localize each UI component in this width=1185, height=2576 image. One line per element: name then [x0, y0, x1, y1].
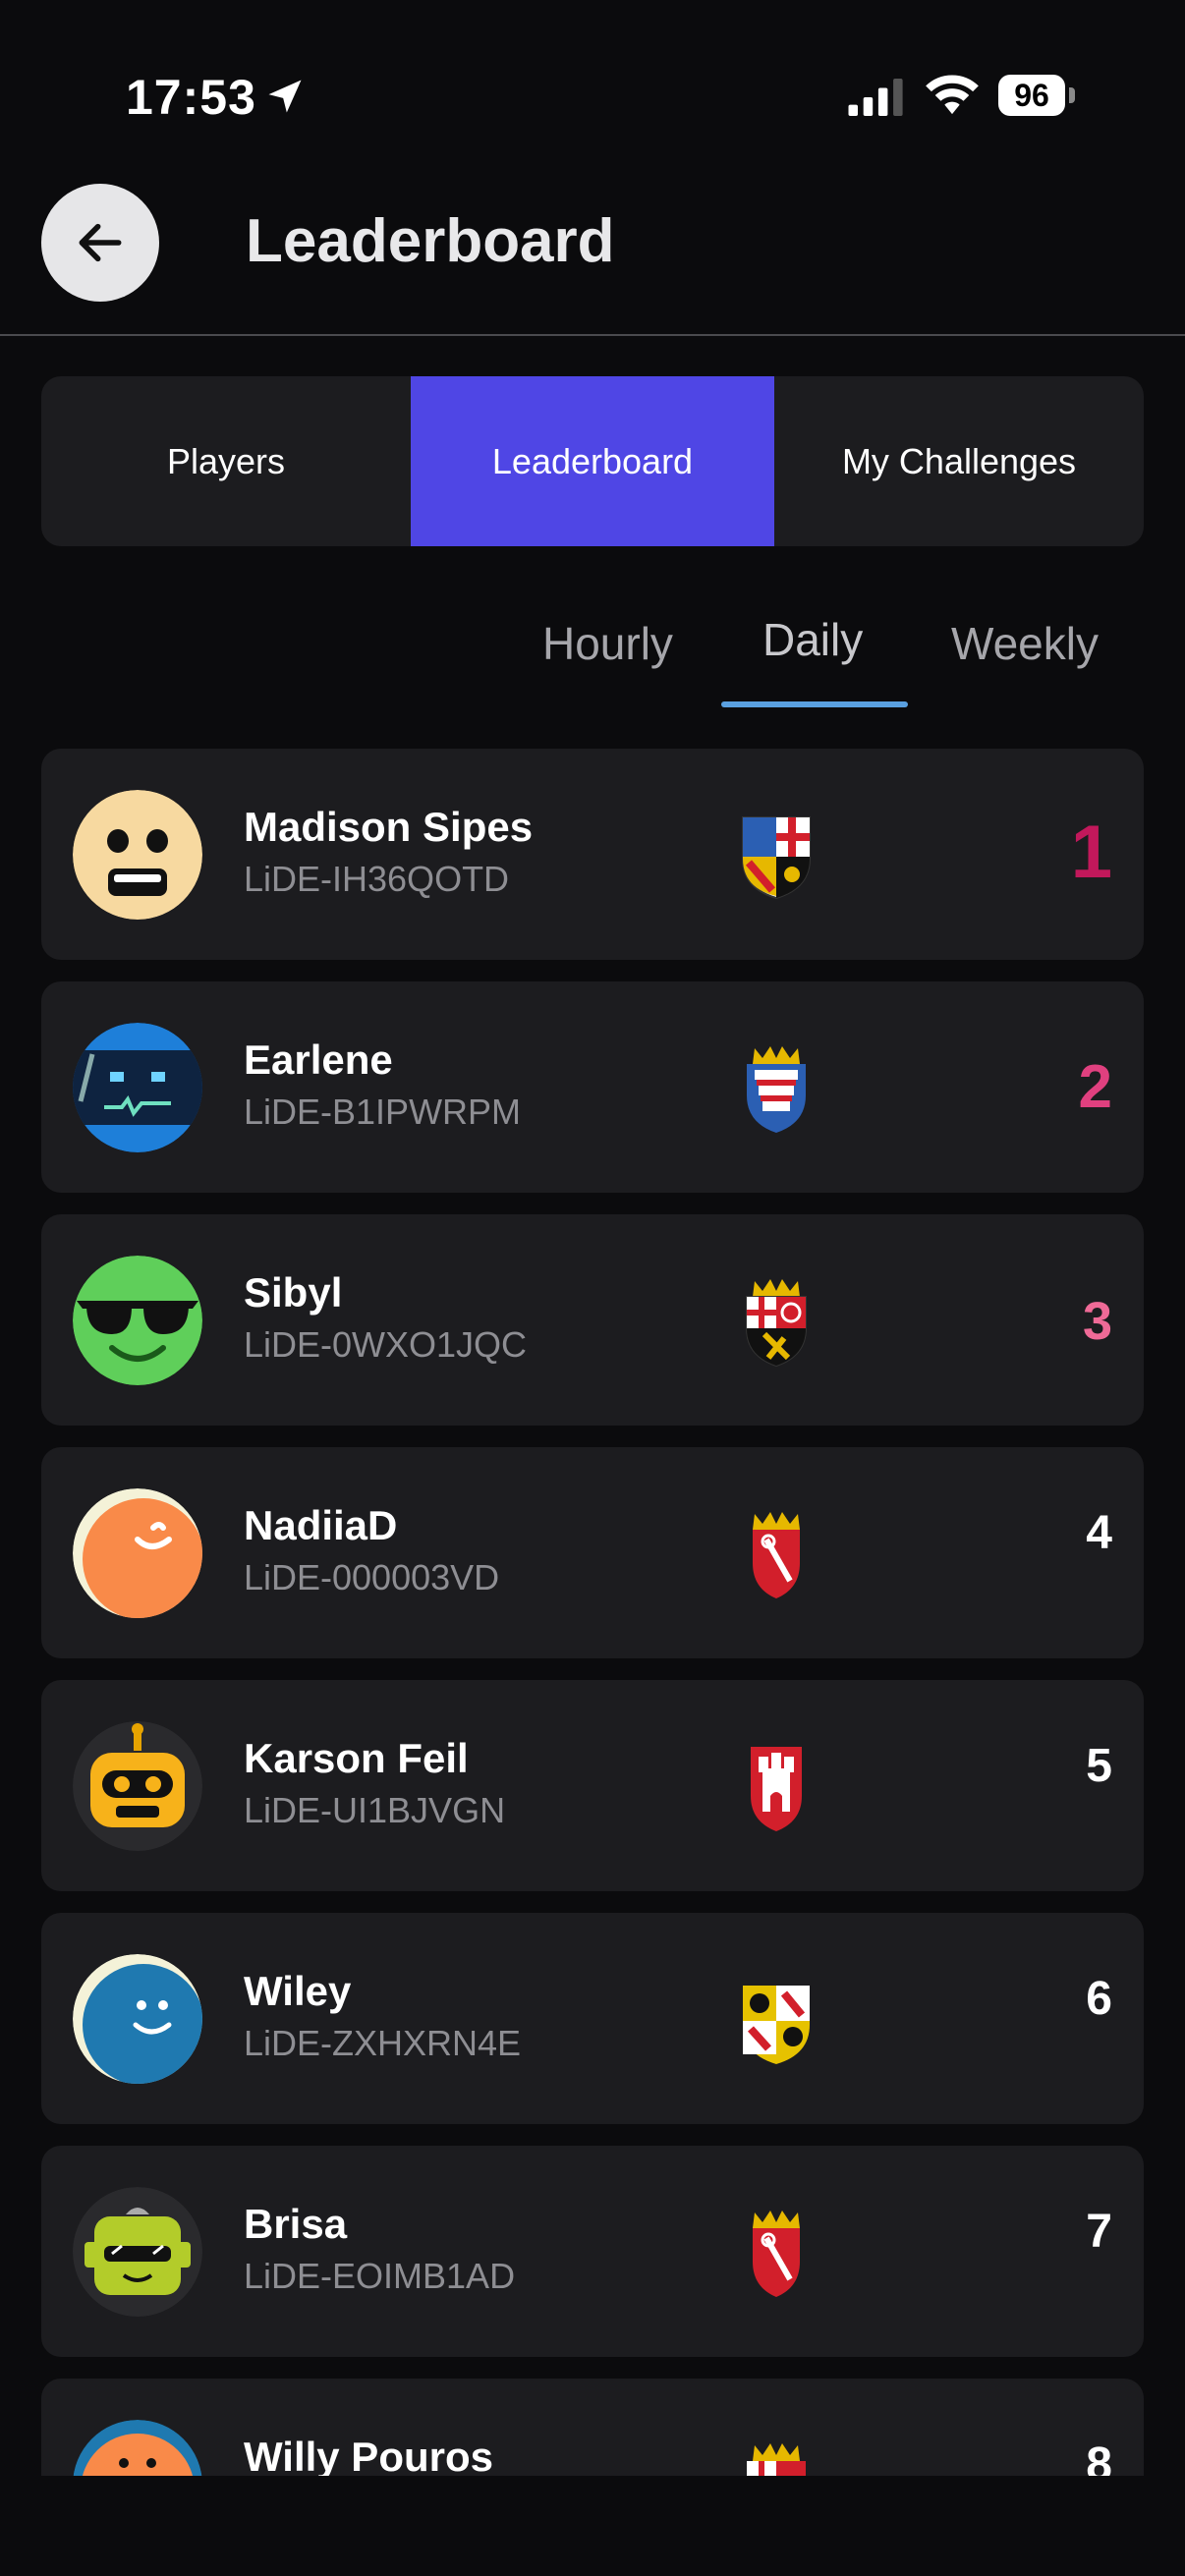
- tab-players[interactable]: Players: [41, 376, 411, 546]
- back-button[interactable]: [41, 184, 159, 302]
- leaderboard-row[interactable]: Sibyl LiDE-0WXO1JQC 3: [41, 1214, 1144, 1426]
- orange-face-icon: [73, 2420, 202, 2476]
- player-code: LiDE-IH36QOTD: [244, 859, 510, 899]
- leaderboard-row[interactable]: Karson Feil LiDE-UI1BJVGN 5: [41, 1680, 1144, 1891]
- player-name: Brisa: [244, 2201, 348, 2247]
- arrow-left-icon: [79, 223, 122, 262]
- tab-my-challenges[interactable]: My Challenges: [774, 376, 1144, 546]
- rhineland-palatinate-crest-icon: [746, 1279, 807, 1368]
- orange-moon-face-icon: [73, 1488, 202, 1618]
- mecklenburg-crest-icon: [743, 1986, 810, 2064]
- leaderboard-row[interactable]: Madison Sipes LiDE-IH36QOTD 1: [41, 749, 1144, 960]
- player-name: Madison Sipes: [244, 804, 534, 850]
- wifi-icon: [926, 75, 979, 115]
- player-code: LiDE-B1IPWRPM: [244, 1092, 522, 1132]
- location-arrow-icon: [268, 80, 302, 113]
- bremen-crest-icon: [753, 1512, 800, 1598]
- bottom-bar: [0, 2476, 1185, 2576]
- player-name: Sibyl: [244, 1269, 343, 1316]
- leaderboard-row[interactable]: NadiiaD LiDE-000003VD 4: [41, 1447, 1144, 1658]
- player-rank: 6: [1086, 1973, 1112, 2025]
- cellular-signal-icon: [848, 79, 903, 116]
- segmented-tabs: Players Leaderboard My Challenges: [41, 376, 1144, 546]
- player-rank: 2: [1078, 1053, 1112, 1121]
- header: Leaderboard: [0, 167, 1185, 336]
- player-code: LiDE-UI1BJVGN: [244, 1790, 506, 1830]
- player-code: LiDE-EOIMB1AD: [244, 2256, 516, 2296]
- player-code: LiDE-000003VD: [244, 1557, 500, 1597]
- player-name: Earlene: [244, 1036, 393, 1083]
- player-name: Wiley: [244, 1968, 352, 2014]
- leaderboard-row[interactable]: Brisa LiDE-EOIMB1AD 7: [41, 2146, 1144, 2357]
- player-name: NadiiaD: [244, 1502, 398, 1548]
- battery-level: 96: [998, 75, 1065, 116]
- player-rank: 5: [1086, 1740, 1112, 1792]
- status-time: 17:53: [126, 70, 256, 125]
- player-rank: 7: [1086, 2206, 1112, 2258]
- shocked-face-icon: [73, 790, 202, 920]
- robot-screen-icon: [73, 1023, 202, 1152]
- player-code: LiDE-0WXO1JQC: [244, 1324, 528, 1365]
- leaderboard-row[interactable]: Earlene LiDE-B1IPWRPM 2: [41, 981, 1144, 1193]
- rhineland-palatinate-crest-icon: [747, 2443, 806, 2476]
- green-robot-icon: [73, 2187, 202, 2317]
- active-period-indicator: [721, 701, 908, 707]
- tab-leaderboard[interactable]: Leaderboard: [411, 376, 774, 546]
- player-name: Karson Feil: [244, 1735, 469, 1781]
- player-rank: 4: [1086, 1507, 1112, 1559]
- period-weekly[interactable]: Weekly: [951, 617, 1099, 670]
- status-bar: 17:53 96: [0, 0, 1185, 167]
- saarland-crest-icon: [742, 816, 811, 900]
- leaderboard-row[interactable]: Wiley LiDE-ZXHXRN4E 6: [41, 1913, 1144, 2124]
- player-code: LiDE-ZXHXRN4E: [244, 2023, 522, 2063]
- sunglasses-face-icon: [73, 1256, 202, 1385]
- blue-moon-face-icon: [73, 1954, 202, 2084]
- yellow-robot-icon: [73, 1721, 202, 1851]
- battery-indicator: 96: [998, 75, 1077, 116]
- hesse-crest-icon: [747, 1046, 806, 1133]
- player-rank: 3: [1082, 1292, 1112, 1351]
- bremen-crest-icon: [753, 2211, 800, 2297]
- hamburg-crest-icon: [751, 1747, 802, 1831]
- player-rank: 8: [1086, 2438, 1112, 2476]
- leaderboard-row[interactable]: Willy Pouros 8: [41, 2379, 1144, 2476]
- leaderboard-list[interactable]: Madison Sipes LiDE-IH36QOTD 1 Earlene Li…: [41, 749, 1144, 2476]
- player-rank: 1: [1070, 811, 1112, 894]
- battery-cap: [1069, 87, 1075, 103]
- player-name: Willy Pouros: [244, 2434, 493, 2476]
- page-title: Leaderboard: [246, 207, 615, 275]
- period-daily[interactable]: Daily: [762, 613, 863, 666]
- period-hourly[interactable]: Hourly: [542, 617, 673, 670]
